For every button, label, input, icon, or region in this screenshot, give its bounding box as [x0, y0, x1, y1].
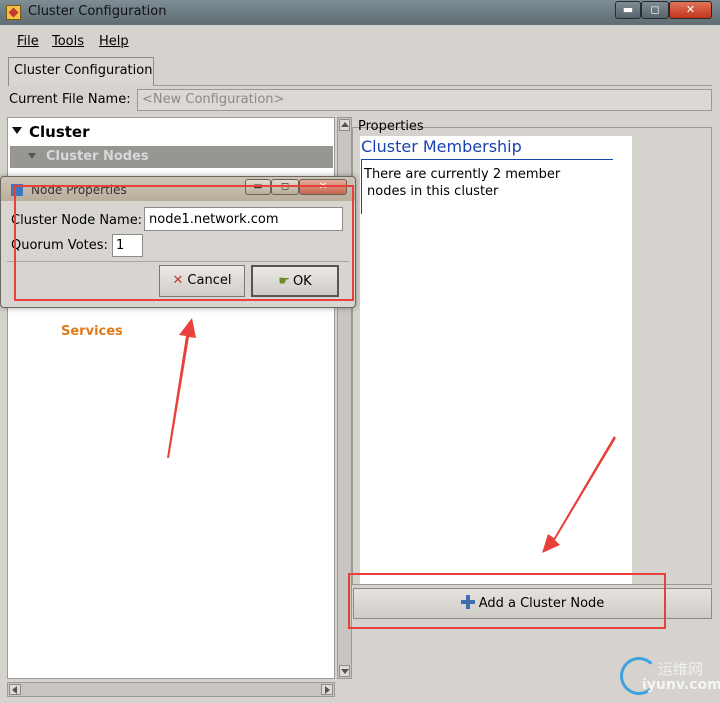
annotation-arrow-to-add-node — [542, 436, 616, 553]
watermark: 运维网 iyunv.com — [618, 655, 720, 703]
watermark-text-cn: 运维网 — [658, 660, 704, 678]
annotation-arrow-to-dialog — [167, 318, 196, 458]
watermark-text-en: iyunv.com — [642, 677, 720, 693]
annotation-arrows — [167, 318, 616, 553]
